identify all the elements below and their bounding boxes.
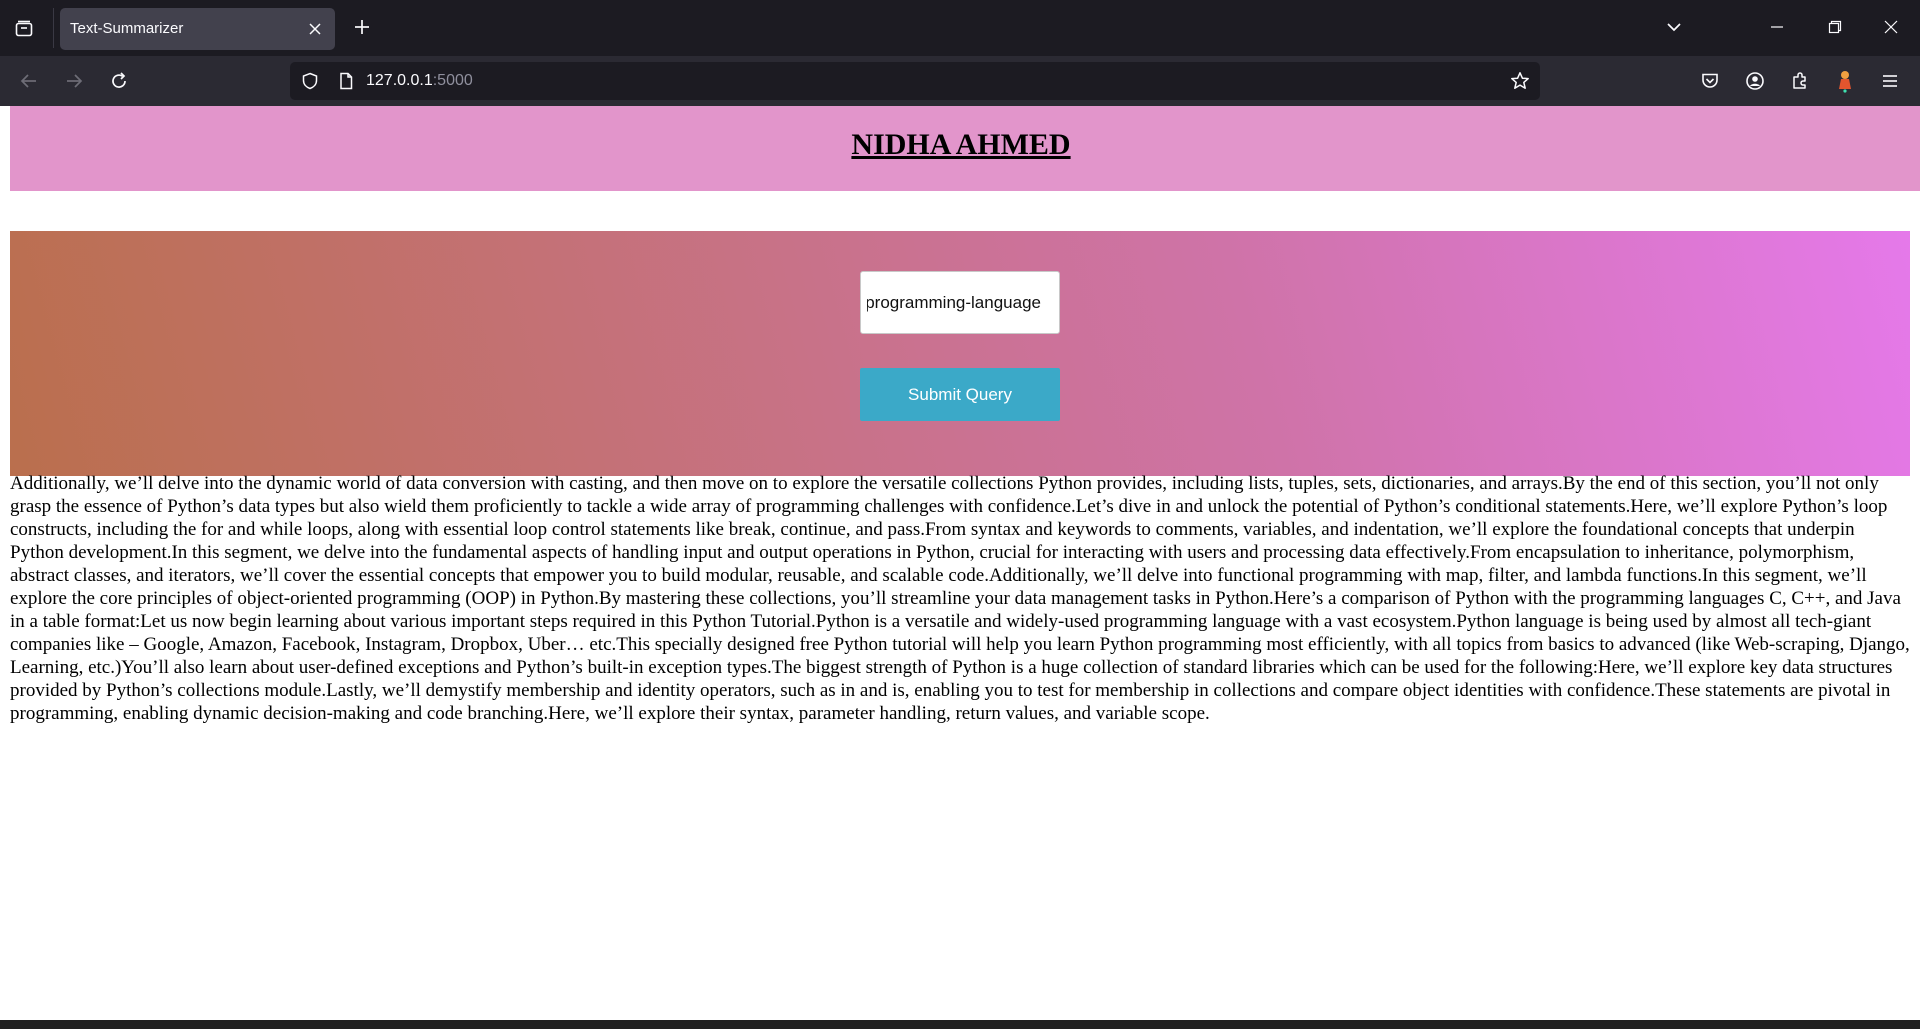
browser-toolbar: 127.0.0.1:5000 bbox=[0, 56, 1920, 106]
reload-icon[interactable] bbox=[104, 66, 134, 96]
summary-text: Additionally, we’ll delve into the dynam… bbox=[10, 473, 1910, 724]
url-port: :5000 bbox=[432, 72, 473, 89]
restore-icon[interactable] bbox=[1812, 0, 1858, 54]
extension-fox-icon[interactable] bbox=[1830, 66, 1860, 96]
address-bar[interactable]: 127.0.0.1:5000 bbox=[290, 62, 1540, 100]
url-input[interactable] bbox=[860, 271, 1060, 334]
menu-icon[interactable] bbox=[1875, 66, 1905, 96]
browser-tab-bar: Text-Summarizer bbox=[0, 0, 1920, 56]
url-host: 127.0.0.1 bbox=[366, 72, 433, 89]
url-text[interactable]: 127.0.0.1:5000 bbox=[366, 72, 473, 90]
tab-separator bbox=[53, 8, 54, 48]
page-viewport: NIDHA AHMED Submit Query Additionally, w… bbox=[0, 106, 1920, 1020]
minimize-icon[interactable] bbox=[1754, 0, 1800, 54]
submit-query-button[interactable]: Submit Query bbox=[860, 368, 1060, 421]
plus-icon[interactable] bbox=[349, 14, 375, 40]
extensions-icon[interactable] bbox=[1785, 66, 1815, 96]
page-title: NIDHA AHMED bbox=[851, 127, 1071, 161]
browser-tab[interactable]: Text-Summarizer bbox=[60, 8, 335, 50]
close-icon[interactable] bbox=[305, 19, 325, 39]
back-arrow-icon[interactable] bbox=[14, 66, 44, 96]
taskbar-edge bbox=[0, 1020, 1920, 1029]
pocket-icon[interactable] bbox=[1695, 66, 1725, 96]
account-icon[interactable] bbox=[1740, 66, 1770, 96]
star-icon[interactable] bbox=[1508, 69, 1532, 93]
forward-arrow-icon[interactable] bbox=[59, 66, 89, 96]
page-icon[interactable] bbox=[334, 69, 358, 93]
tab-overview-icon[interactable] bbox=[11, 16, 37, 42]
close-window-icon[interactable] bbox=[1868, 0, 1914, 54]
form-section: Submit Query bbox=[10, 231, 1910, 476]
header-banner: NIDHA AHMED bbox=[10, 106, 1920, 191]
chevron-down-icon[interactable] bbox=[1661, 14, 1687, 40]
tab-title: Text-Summarizer bbox=[70, 20, 184, 37]
shield-icon[interactable] bbox=[298, 69, 322, 93]
